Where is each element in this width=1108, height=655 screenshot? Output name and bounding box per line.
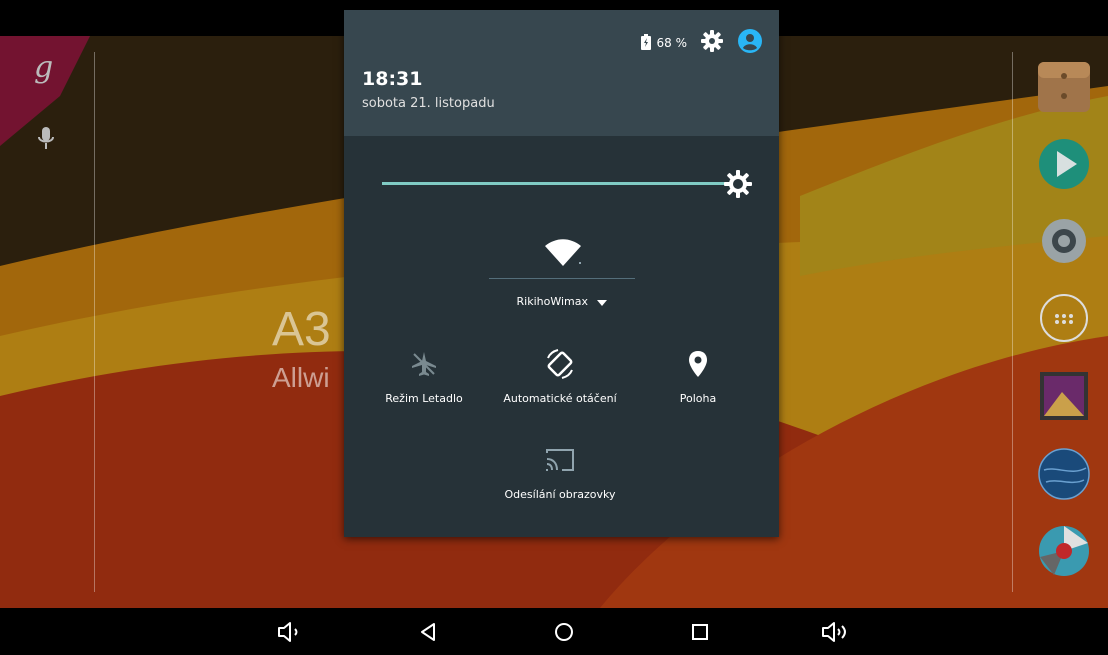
play-store-icon[interactable]: [1036, 136, 1092, 192]
browser-icon[interactable]: [1036, 446, 1092, 502]
brightness-slider[interactable]: [382, 182, 738, 185]
wallpaper-title: A3: [272, 303, 331, 356]
tile-label: Poloha: [679, 392, 717, 405]
clock-date: sobota 21. listopadu: [362, 96, 495, 111]
tile-airplane-mode[interactable]: Režim Letadlo: [354, 346, 494, 405]
status-icons: 68 %: [640, 28, 764, 58]
wallpaper-subtitle: Allwi: [272, 362, 330, 393]
battery-status: 68 %: [640, 33, 688, 53]
account-icon[interactable]: [737, 28, 763, 58]
microphone-icon[interactable]: [36, 125, 56, 157]
tile-label: Režim Letadlo: [385, 392, 463, 405]
file-manager-icon[interactable]: [1036, 58, 1092, 114]
location-icon: [628, 346, 768, 382]
volume-up-icon[interactable]: [820, 620, 848, 644]
clock-time: 18:31: [362, 68, 423, 90]
chevron-down-icon: [597, 296, 608, 309]
app-drawer-icon[interactable]: [1036, 290, 1092, 346]
screen: g A3 Allwi 68 % 18:31 sobota 21. listopa…: [0, 0, 1108, 655]
auto-rotate-icon: [490, 346, 630, 382]
right-rail-divider: [1012, 52, 1013, 592]
battery-percentage: 68 %: [656, 36, 688, 50]
wifi-network-selector[interactable]: RikihoWimax: [489, 295, 635, 309]
left-rail-divider: [94, 52, 95, 592]
tile-cast-screen[interactable]: Odesílání obrazovky: [490, 442, 630, 501]
home-icon[interactable]: [550, 620, 578, 644]
settings-app-icon[interactable]: [1036, 213, 1092, 269]
tile-label: Automatické otáčení: [503, 392, 617, 405]
battery-icon: [640, 33, 651, 53]
gear-icon[interactable]: [701, 30, 723, 56]
google-search-icon[interactable]: g: [34, 50, 53, 85]
tile-auto-rotate[interactable]: Automatické otáčení: [490, 346, 630, 405]
gallery-icon[interactable]: [1036, 368, 1092, 424]
brightness-icon[interactable]: [724, 170, 752, 202]
wifi-divider: [489, 278, 635, 279]
navigation-bar: [0, 608, 1108, 655]
tile-location[interactable]: Poloha: [628, 346, 768, 405]
volume-down-icon[interactable]: [276, 620, 304, 644]
cast-icon: [490, 442, 630, 478]
notification-shade: 68 % 18:31 sobota 21. listopadu RikihoWi…: [344, 10, 779, 537]
wifi-icon[interactable]: [543, 238, 583, 272]
tile-label: Odesílání obrazovky: [504, 488, 616, 501]
airplane-icon: [354, 346, 494, 382]
back-icon[interactable]: [416, 620, 444, 644]
shade-header: 68 % 18:31 sobota 21. listopadu: [344, 10, 779, 136]
wifi-network-name: RikihoWimax: [516, 295, 588, 308]
recents-icon[interactable]: [686, 620, 714, 644]
camera-icon[interactable]: [1036, 523, 1092, 579]
